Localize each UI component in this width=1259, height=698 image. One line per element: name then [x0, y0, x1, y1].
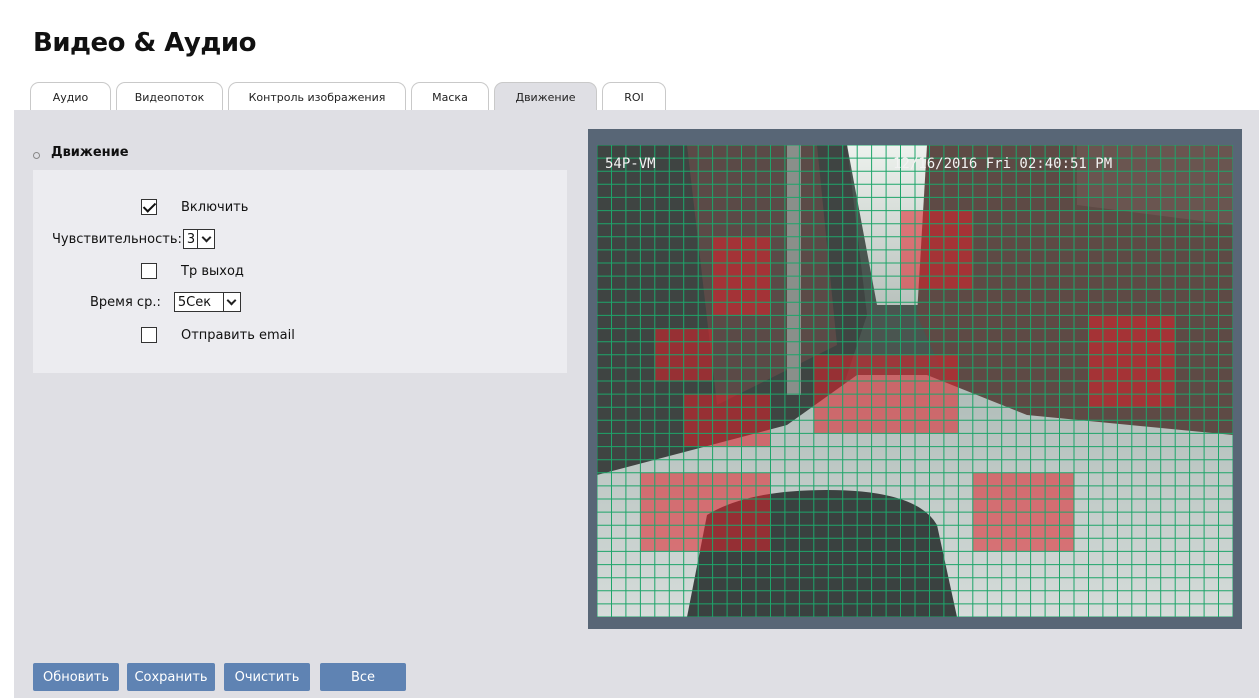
motion-detection-canvas[interactable]: 54P-VM 12/16/2016 Fri 02:40:51 PM: [597, 145, 1233, 617]
sensitivity-select[interactable]: 3: [182, 229, 216, 249]
section-bullet-icon: [33, 151, 40, 159]
sensitivity-label: Чувствительность:: [52, 231, 182, 247]
sensitivity-row: Чувствительность: 3: [52, 229, 216, 249]
interval-select[interactable]: 5Сек: [173, 292, 241, 312]
interval-value: 5Сек: [177, 294, 212, 310]
select-all-button[interactable]: Все: [320, 663, 406, 691]
clear-button[interactable]: Очистить: [224, 663, 310, 691]
tab-image-control[interactable]: Контроль изображения: [228, 82, 406, 111]
enable-label: Включить: [181, 199, 249, 215]
chevron-down-icon: [197, 230, 214, 248]
chevron-down-icon: [222, 293, 240, 311]
save-button[interactable]: Сохранить: [127, 663, 215, 691]
trigger-out-label: Tp выход: [181, 263, 244, 279]
page-title: Видео & Аудио: [33, 28, 256, 58]
tab-audio[interactable]: Аудио: [30, 82, 111, 111]
enable-row: Включить: [141, 199, 248, 215]
tab-motion[interactable]: Движение: [494, 82, 597, 111]
motion-settings-form: [33, 170, 567, 373]
trigger-out-checkbox[interactable]: [141, 263, 157, 279]
section-header: Движение: [33, 145, 129, 160]
interval-row: Время ср.: 5Сек: [90, 292, 241, 312]
trigger-out-row: Tp выход: [141, 263, 244, 279]
motion-grid: [597, 145, 1233, 617]
send-email-row: Отправить email: [141, 327, 295, 343]
camera-name-overlay: 54P-VM: [605, 156, 656, 172]
tab-bar: Аудио Видеопоток Контроль изображения Ма…: [30, 82, 671, 111]
timestamp-overlay: 12/16/2016 Fri 02:40:51 PM: [893, 156, 1113, 172]
enable-checkbox[interactable]: [141, 199, 157, 215]
refresh-button[interactable]: Обновить: [33, 663, 119, 691]
send-email-label: Отправить email: [181, 327, 295, 343]
interval-label: Время ср.:: [90, 294, 161, 310]
tab-roi[interactable]: ROI: [602, 82, 666, 111]
tab-mask[interactable]: Маска: [411, 82, 489, 111]
tab-video-stream[interactable]: Видеопоток: [116, 82, 223, 111]
section-title: Движение: [51, 145, 129, 160]
send-email-checkbox[interactable]: [141, 327, 157, 343]
sensitivity-value: 3: [186, 231, 196, 247]
